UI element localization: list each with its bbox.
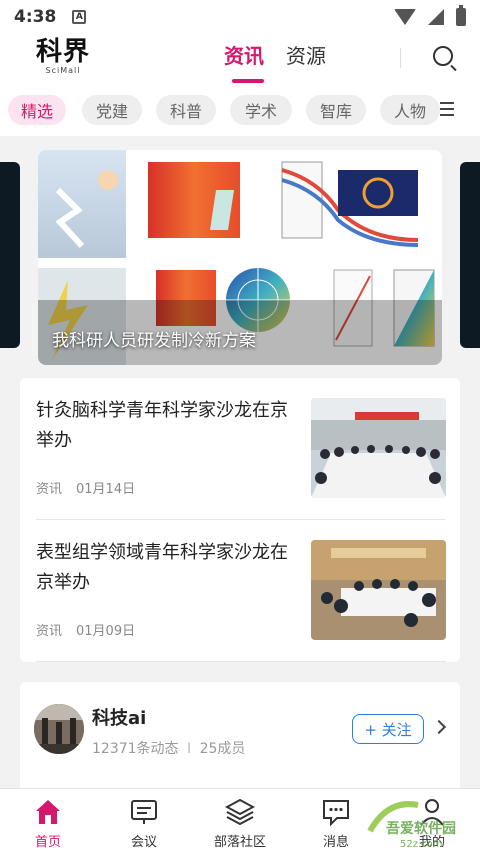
tribe-card[interactable]: 科技ai 12371条动态 I 25成员 + 关注 bbox=[20, 682, 460, 792]
app-logo: 科界 SciMall bbox=[36, 38, 90, 75]
meeting-icon bbox=[131, 800, 157, 824]
tab-resources[interactable]: 资源 bbox=[286, 40, 326, 69]
bottom-nav: 首页 会议 部落社区 消息 我的 bbox=[0, 788, 480, 853]
nav-messages-label: 消息 bbox=[322, 835, 349, 850]
news-tag: 资讯 bbox=[36, 624, 63, 639]
tab-news-label: 资讯 bbox=[224, 44, 264, 68]
wifi-icon bbox=[394, 9, 416, 25]
layers-icon bbox=[225, 798, 255, 826]
category-menu-icon[interactable] bbox=[440, 102, 454, 120]
status-time: 4:38 bbox=[14, 7, 57, 27]
tribe-member-count: 25成员 bbox=[199, 741, 246, 757]
news-date: 01月09日 bbox=[76, 624, 136, 639]
news-item[interactable]: 表型组学领域青年科学家沙龙在京举办 资讯 01月09日 bbox=[36, 520, 446, 662]
user-icon bbox=[420, 799, 444, 826]
follow-button[interactable]: + 关注 bbox=[352, 714, 424, 744]
chip-label: 党建 bbox=[95, 102, 128, 121]
news-title: 表型组学领域青年科学家沙龙在京举办 bbox=[36, 542, 288, 593]
signal-icon bbox=[428, 9, 444, 25]
tribe-avatar bbox=[34, 704, 84, 754]
tribe-stats: 12371条动态 I 25成员 bbox=[92, 738, 245, 758]
category-chip-party[interactable]: 党建 bbox=[82, 95, 142, 125]
category-chip-academic[interactable]: 学术 bbox=[230, 95, 292, 125]
category-chip-thinktank[interactable]: 智库 bbox=[306, 95, 366, 125]
chevron-right-icon[interactable] bbox=[431, 719, 447, 735]
chip-label: 智库 bbox=[319, 102, 352, 121]
news-date: 01月14日 bbox=[76, 482, 136, 497]
news-meta: 资讯 01月09日 bbox=[36, 620, 135, 639]
logo-text-cn: 科界 bbox=[36, 37, 91, 67]
nav-tribe[interactable]: 部落社区 bbox=[200, 797, 280, 850]
news-item[interactable]: 针灸脑科学青年科学家沙龙在京举办 资讯 01月14日 bbox=[36, 378, 446, 520]
home-icon bbox=[36, 800, 60, 824]
prev-banner-peek[interactable] bbox=[0, 162, 20, 348]
chip-label: 人物 bbox=[394, 102, 427, 121]
category-bar: 精选 党建 科普 学术 智库 人物 bbox=[0, 84, 480, 136]
tribe-stats-separator: I bbox=[187, 741, 192, 757]
nav-meeting[interactable]: 会议 bbox=[104, 797, 184, 850]
header-divider bbox=[400, 48, 401, 68]
news-meta: 资讯 01月14日 bbox=[36, 478, 135, 497]
chip-label: 学术 bbox=[244, 102, 277, 121]
banner-slide[interactable]: 我科研人员研发制冷新方案 bbox=[38, 150, 442, 365]
app-header: 科界 SciMall 资讯 资源 bbox=[0, 34, 480, 84]
banner-caption: 我科研人员研发制冷新方案 bbox=[52, 331, 256, 351]
search-icon[interactable] bbox=[433, 46, 453, 66]
nav-profile[interactable]: 我的 bbox=[392, 797, 472, 850]
category-chip-featured[interactable]: 精选 bbox=[8, 95, 66, 125]
tab-news[interactable]: 资讯 bbox=[224, 40, 264, 83]
news-tag: 资讯 bbox=[36, 482, 63, 497]
nav-meeting-label: 会议 bbox=[130, 835, 157, 850]
nav-messages[interactable]: 消息 bbox=[296, 797, 376, 850]
nav-home-label: 首页 bbox=[34, 835, 61, 850]
news-list: 针灸脑科学青年科学家沙龙在京举办 资讯 01月14日 表型组学领域青年科学家沙龙在… bbox=[20, 378, 460, 662]
category-chip-people[interactable]: 人物 bbox=[380, 95, 440, 125]
banner-carousel[interactable]: 我科研人员研发制冷新方案 bbox=[0, 150, 480, 365]
nav-profile-label: 我的 bbox=[418, 835, 445, 850]
news-thumbnail bbox=[311, 398, 446, 498]
category-chip-popsci[interactable]: 科普 bbox=[156, 95, 216, 125]
nav-tribe-label: 部落社区 bbox=[213, 835, 266, 850]
news-divider bbox=[36, 661, 446, 662]
news-thumbnail bbox=[311, 540, 446, 640]
notification-a-icon: A bbox=[72, 10, 87, 24]
logo-text-en: SciMall bbox=[45, 66, 81, 75]
nav-home[interactable]: 首页 bbox=[8, 797, 88, 850]
message-icon bbox=[323, 800, 349, 827]
chip-label: 科普 bbox=[169, 102, 202, 121]
news-title: 针灸脑科学青年科学家沙龙在京举办 bbox=[36, 400, 288, 451]
status-bar: 4:38 A bbox=[0, 0, 480, 34]
active-tab-indicator bbox=[232, 79, 264, 83]
tribe-name: 科技ai bbox=[92, 708, 147, 729]
tab-resources-label: 资源 bbox=[286, 44, 326, 68]
next-banner-peek[interactable] bbox=[460, 162, 480, 348]
chip-label: 精选 bbox=[20, 102, 53, 121]
battery-icon bbox=[456, 5, 466, 26]
tribe-post-count: 12371条动态 bbox=[92, 741, 179, 757]
